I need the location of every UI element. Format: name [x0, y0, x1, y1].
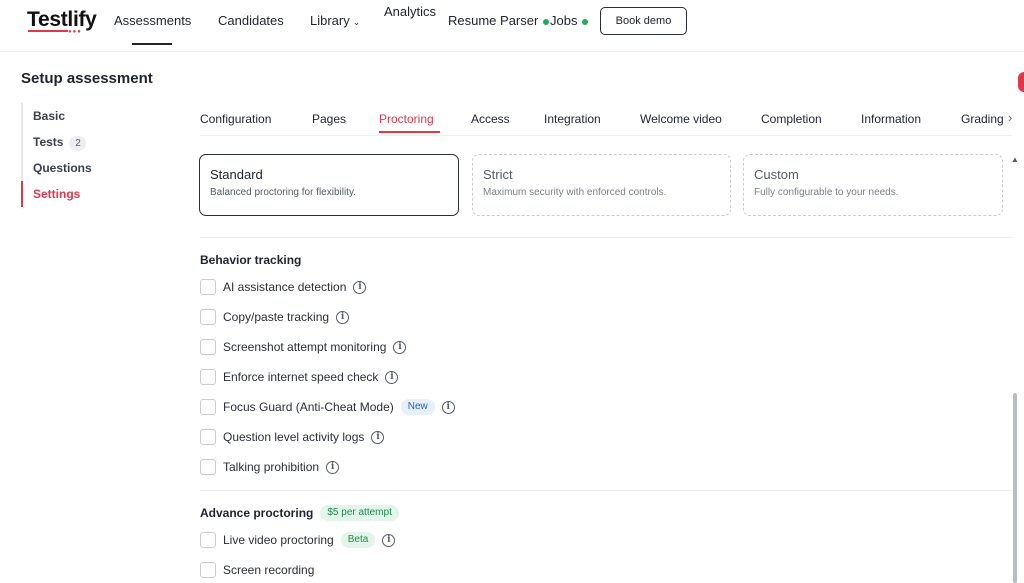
tab-integration[interactable]: Integration	[544, 112, 601, 126]
mode-card-desc: Fully configurable to your needs.	[754, 187, 899, 198]
tab-configuration[interactable]: Configuration	[200, 112, 271, 126]
mode-card-standard[interactable]: Standard Balanced proctoring for flexibi…	[199, 154, 459, 216]
mode-card-title: Strict	[483, 167, 513, 182]
active-tab-indicator	[379, 131, 440, 133]
mode-card-title: Custom	[754, 167, 799, 182]
top-navbar: Testlify ●●● Assessments Candidates Libr…	[0, 0, 1024, 52]
option-label: Screen recording	[223, 563, 315, 577]
support-bubble[interactable]	[1018, 72, 1024, 92]
scrollbar-thumb[interactable]	[1013, 393, 1017, 583]
option-label: Copy/paste tracking	[223, 310, 330, 324]
tab-completion[interactable]: Completion	[761, 112, 822, 126]
checkbox[interactable]	[200, 309, 216, 325]
option-label: Screenshot attempt monitoring	[223, 340, 387, 354]
mode-card-desc: Balanced proctoring for flexibility.	[210, 187, 356, 198]
checkbox[interactable]	[200, 532, 216, 548]
nav-jobs-label: Jobs	[550, 13, 578, 28]
section-title-label: Advance proctoring	[200, 506, 314, 520]
tests-count-badge: 2	[69, 136, 87, 151]
info-icon[interactable]: i	[385, 370, 399, 384]
option-screen-recording: Screen recording	[200, 561, 314, 579]
option-label: Live video proctoring	[223, 533, 334, 547]
option-ai-assistance-detection: AI assistance detection i	[200, 278, 367, 296]
option-enforce-internet-speed-check: Enforce internet speed check i	[200, 368, 399, 386]
checkbox[interactable]	[200, 339, 216, 355]
scroll-up-icon[interactable]: ▲	[1011, 155, 1019, 164]
option-label: Question level activity logs	[223, 430, 365, 444]
option-label: Enforce internet speed check	[223, 370, 379, 384]
sidebar-item-label: Tests	[33, 135, 64, 149]
tab-pages[interactable]: Pages	[312, 112, 346, 126]
logo-underline	[28, 30, 68, 32]
mode-card-custom[interactable]: Custom Fully configurable to your needs.	[743, 154, 1003, 216]
option-label: AI assistance detection	[223, 280, 347, 294]
tab-welcome-video[interactable]: Welcome video	[640, 112, 722, 126]
nav-resume-parser[interactable]: Resume Parser	[448, 13, 550, 28]
checkbox[interactable]	[200, 429, 216, 445]
info-icon[interactable]: i	[441, 400, 455, 414]
settings-tabs: Configuration Pages Proctoring Access In…	[200, 104, 1012, 136]
book-demo-button[interactable]: Book demo	[600, 7, 687, 35]
sidebar-item-tests[interactable]: Tests 2	[21, 129, 131, 155]
tab-grading[interactable]: Grading	[961, 112, 1007, 126]
status-dot-icon	[582, 18, 589, 25]
nav-assessments[interactable]: Assessments	[114, 13, 191, 28]
settings-sidebar: Basic Tests 2 Questions Settings	[21, 103, 131, 207]
info-icon[interactable]: i	[382, 533, 396, 547]
checkbox[interactable]	[200, 399, 216, 415]
beta-badge: Beta	[340, 532, 376, 548]
option-talking-prohibition: Talking prohibition i	[200, 458, 340, 476]
nav-analytics[interactable]: Analytics	[384, 4, 436, 19]
tab-proctoring[interactable]: Proctoring	[379, 112, 434, 126]
option-label: Focus Guard (Anti-Cheat Mode)	[223, 400, 394, 414]
nav-candidates[interactable]: Candidates	[218, 13, 284, 28]
tab-information[interactable]: Information	[861, 112, 921, 126]
sidebar-item-settings[interactable]: Settings	[21, 181, 131, 207]
new-badge: New	[400, 399, 435, 415]
sidebar-item-questions[interactable]: Questions	[21, 155, 131, 181]
chevron-down-icon: ⌄	[352, 17, 361, 27]
info-icon[interactable]: i	[393, 340, 407, 354]
price-badge: $5 per attempt	[320, 505, 399, 521]
checkbox[interactable]	[200, 369, 216, 385]
checkbox[interactable]	[200, 562, 216, 578]
logo-dots: ●●●	[68, 29, 82, 35]
info-icon[interactable]: i	[326, 460, 340, 474]
sidebar-item-basic[interactable]: Basic	[21, 103, 131, 129]
info-icon[interactable]: i	[371, 430, 385, 444]
nav-library-label: Library	[310, 13, 350, 28]
option-copy-paste-tracking: Copy/paste tracking i	[200, 308, 350, 326]
mode-card-desc: Maximum security with enforced controls.	[483, 187, 667, 198]
logo[interactable]: Testlify	[27, 8, 97, 32]
status-dot-icon	[543, 18, 550, 25]
sidebar-item-label: Basic	[33, 109, 66, 123]
mode-card-strict[interactable]: Strict Maximum security with enforced co…	[472, 154, 731, 216]
sidebar-item-label: Settings	[33, 187, 81, 201]
chevron-right-icon[interactable]: ›	[1008, 110, 1012, 125]
section-title-behavior-tracking: Behavior tracking	[200, 253, 302, 267]
nav-resume-parser-label: Resume Parser	[448, 13, 539, 28]
page-title: Setup assessment	[21, 70, 153, 87]
checkbox[interactable]	[200, 459, 216, 475]
nav-jobs[interactable]: Jobs	[550, 13, 589, 28]
info-icon[interactable]: i	[336, 310, 350, 324]
info-icon[interactable]: i	[353, 280, 367, 294]
tab-access[interactable]: Access	[471, 112, 510, 126]
option-focus-guard: Focus Guard (Anti-Cheat Mode) New i	[200, 398, 455, 416]
divider	[200, 490, 1012, 491]
mode-card-title: Standard	[210, 167, 263, 182]
nav-library[interactable]: Library ⌄	[310, 13, 360, 28]
option-live-video-proctoring: Live video proctoring Beta i	[200, 531, 396, 549]
checkbox[interactable]	[200, 279, 216, 295]
option-screenshot-attempt-monitoring: Screenshot attempt monitoring i	[200, 338, 407, 356]
divider	[200, 237, 1012, 238]
option-question-level-activity-logs: Question level activity logs i	[200, 428, 385, 446]
sidebar-item-label: Questions	[33, 161, 92, 175]
nav-active-indicator	[132, 43, 172, 45]
option-label: Talking prohibition	[223, 460, 320, 474]
section-title-advance-proctoring: Advance proctoring $5 per attempt	[200, 505, 399, 521]
